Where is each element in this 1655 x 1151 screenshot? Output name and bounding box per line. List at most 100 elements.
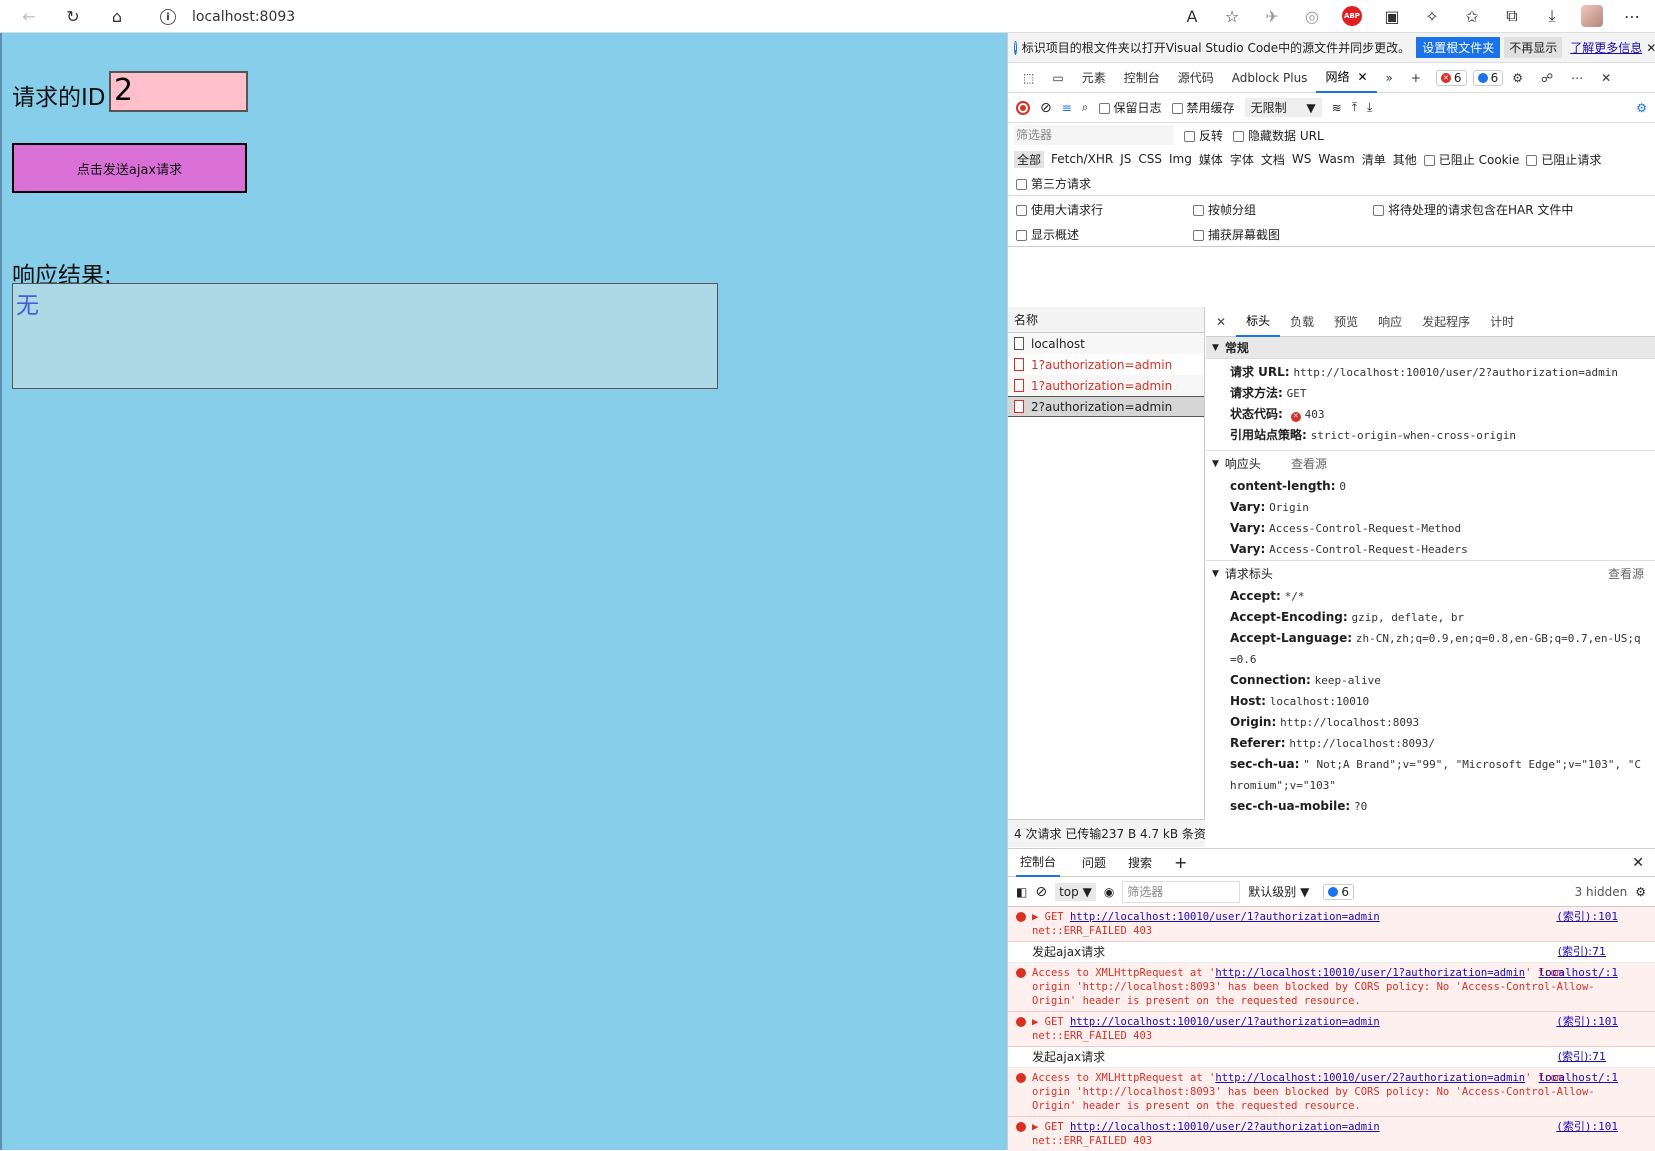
clear-icon[interactable]: ⊘ bbox=[1040, 100, 1052, 116]
collections-icon[interactable]: ▣ bbox=[1379, 3, 1405, 29]
hide-data-url-checkbox[interactable]: 隐藏数据 URL bbox=[1233, 127, 1324, 144]
feedback-icon[interactable]: ☍ bbox=[1532, 63, 1562, 93]
blocked-requests-checkbox[interactable]: 已阻止请求 bbox=[1526, 151, 1601, 168]
extension-icon[interactable]: ◎ bbox=[1299, 3, 1325, 29]
type-wasm[interactable]: Wasm bbox=[1318, 152, 1354, 166]
info-icon[interactable]: i bbox=[160, 9, 176, 25]
clear-icon[interactable]: ⊘ bbox=[1035, 884, 1047, 900]
gear-icon[interactable]: ⚙ bbox=[1503, 63, 1532, 93]
gear-icon[interactable]: ⚙ bbox=[1635, 885, 1646, 899]
source-link[interactable]: (索引):71 bbox=[1558, 945, 1606, 959]
throttle-select[interactable]: 无限制 ▼ bbox=[1244, 98, 1322, 117]
refresh-icon[interactable]: ↻ bbox=[60, 3, 86, 29]
request-row[interactable]: 1?authorization=admin bbox=[1008, 354, 1204, 375]
context-select[interactable]: top ▼ bbox=[1055, 882, 1096, 901]
tab-payload[interactable]: 负载 bbox=[1280, 307, 1324, 337]
console-filter-input[interactable]: 筛选器 bbox=[1122, 880, 1241, 903]
message-link[interactable]: http://localhost:10010/user/1?authorizat… bbox=[1070, 911, 1380, 923]
source-link[interactable]: (索引):101 bbox=[1556, 1015, 1618, 1029]
back-icon[interactable]: ← bbox=[16, 3, 42, 29]
console-message[interactable]: ▶ GET http://localhost:10010/user/1?auth… bbox=[1008, 907, 1655, 942]
overview-checkbox[interactable]: 显示概述 bbox=[1016, 226, 1079, 243]
tab-drawer-console[interactable]: 控制台 bbox=[1016, 849, 1061, 877]
send-ajax-button[interactable]: 点击发送ajax请求 bbox=[12, 143, 247, 193]
preserve-log-checkbox[interactable]: 保留日志 bbox=[1098, 99, 1162, 116]
home-icon[interactable]: ⌂ bbox=[104, 3, 130, 29]
tab-headers[interactable]: 标头 bbox=[1236, 307, 1281, 337]
device-icon[interactable]: ▭ bbox=[1043, 63, 1072, 93]
message-link[interactable]: http://localhost:10010/user/1?authorizat… bbox=[1215, 967, 1525, 979]
invert-checkbox[interactable]: 反转 bbox=[1184, 127, 1223, 144]
view-source-link[interactable]: 查看源 bbox=[1291, 455, 1327, 472]
downloads-icon[interactable]: ⤓ bbox=[1539, 3, 1565, 29]
abp-icon[interactable]: ABP bbox=[1339, 3, 1365, 29]
type-css[interactable]: CSS bbox=[1138, 152, 1162, 166]
screenshots-checkbox[interactable]: 捕获屏幕截图 bbox=[1193, 226, 1280, 243]
record-icon[interactable] bbox=[1016, 100, 1030, 115]
close-icon[interactable]: ✕ bbox=[1646, 41, 1655, 55]
inspect-icon[interactable]: ⬚ bbox=[1014, 63, 1043, 93]
console-message[interactable]: ▶ GET http://localhost:10010/user/2?auth… bbox=[1008, 1117, 1655, 1151]
extension-icon[interactable]: ✈ bbox=[1259, 3, 1285, 29]
wifi-icon[interactable]: ≋ bbox=[1332, 101, 1342, 115]
console-message[interactable]: Access to XMLHttpRequest at 'http://loca… bbox=[1008, 1068, 1655, 1117]
level-select[interactable]: 默认级别 ▼ bbox=[1248, 883, 1309, 900]
more-tabs-icon[interactable]: » bbox=[1377, 63, 1402, 93]
message-link[interactable]: http://localhost:10010/user/2?authorizat… bbox=[1070, 1121, 1380, 1133]
set-root-folder-button[interactable]: 设置根文件夹 bbox=[1416, 37, 1501, 58]
tab-preview[interactable]: 预览 bbox=[1324, 307, 1368, 337]
type-font[interactable]: 字体 bbox=[1230, 151, 1254, 168]
tab-console[interactable]: 控制台 bbox=[1115, 63, 1169, 93]
request-list-header[interactable]: 名称 bbox=[1008, 307, 1204, 333]
tab-issues[interactable]: 问题 bbox=[1082, 854, 1106, 871]
source-link[interactable]: localhost/:1 bbox=[1539, 966, 1618, 980]
search-icon[interactable]: ⌕ bbox=[1082, 100, 1089, 115]
filter-icon[interactable]: ≡ bbox=[1062, 101, 1072, 115]
type-manifest[interactable]: 清单 bbox=[1362, 151, 1386, 168]
disable-cache-checkbox[interactable]: 禁用缓存 bbox=[1171, 99, 1235, 116]
type-doc[interactable]: 文档 bbox=[1261, 151, 1285, 168]
tabs-icon[interactable]: ⧉ bbox=[1499, 3, 1525, 29]
learn-more-link[interactable]: 了解更多信息 bbox=[1570, 39, 1642, 56]
type-img[interactable]: Img bbox=[1169, 152, 1192, 166]
source-link[interactable]: localhost/:1 bbox=[1539, 1071, 1618, 1085]
message-badge[interactable]: 6 bbox=[1323, 883, 1355, 900]
third-party-checkbox[interactable]: 第三方请求 bbox=[1016, 175, 1091, 192]
type-all[interactable]: 全部 bbox=[1014, 150, 1045, 168]
gear-icon[interactable]: ⚙ bbox=[1636, 101, 1647, 115]
source-link[interactable]: (索引):101 bbox=[1556, 1120, 1618, 1134]
request-row[interactable]: 1?authorization=admin bbox=[1008, 375, 1204, 396]
close-icon[interactable]: ✕ bbox=[1592, 63, 1620, 93]
type-fetch[interactable]: Fetch/XHR bbox=[1051, 152, 1113, 166]
download-icon[interactable]: ⤓ bbox=[1367, 100, 1372, 115]
more-icon[interactable]: ⋯ bbox=[1562, 63, 1592, 93]
result-textarea[interactable]: 无 bbox=[12, 283, 718, 389]
read-aloud-icon[interactable]: A bbox=[1179, 3, 1205, 29]
eye-icon[interactable]: ◉ bbox=[1104, 885, 1114, 899]
profile-icon[interactable] bbox=[1579, 3, 1605, 29]
favorite-add-icon[interactable]: ☆ bbox=[1219, 3, 1245, 29]
message-link[interactable]: http://localhost:10010/user/1?authorizat… bbox=[1070, 1016, 1380, 1028]
type-media[interactable]: 媒体 bbox=[1199, 151, 1223, 168]
big-rows-checkbox[interactable]: 使用大请求行 bbox=[1016, 201, 1103, 218]
address-bar[interactable]: i localhost:8093 bbox=[160, 4, 295, 30]
message-badge[interactable]: 6 bbox=[1472, 69, 1504, 86]
add-tab-icon[interactable]: + bbox=[1174, 853, 1187, 872]
tab-search[interactable]: 搜索 bbox=[1128, 854, 1152, 871]
type-ws[interactable]: WS bbox=[1292, 152, 1311, 166]
request-headers-section[interactable]: ▼ 请求标头 查看源 bbox=[1206, 560, 1655, 586]
type-js[interactable]: JS bbox=[1120, 152, 1131, 166]
general-section[interactable]: ▼ 常规 bbox=[1206, 337, 1655, 359]
response-headers-section[interactable]: ▼ 响应头 查看源 bbox=[1206, 450, 1655, 476]
extensions-icon[interactable]: ✧ bbox=[1419, 3, 1445, 29]
close-icon[interactable]: ✕ bbox=[1357, 70, 1367, 84]
har-pending-checkbox[interactable]: 将待处理的请求包含在HAR 文件中 bbox=[1373, 201, 1573, 218]
filter-input[interactable]: 筛选器 bbox=[1014, 125, 1174, 145]
console-message[interactable]: ▶ GET http://localhost:10010/user/1?auth… bbox=[1008, 1012, 1655, 1047]
source-link[interactable]: (索引):101 bbox=[1556, 910, 1618, 924]
source-link[interactable]: (索引):71 bbox=[1558, 1050, 1606, 1064]
tab-elements[interactable]: 元素 bbox=[1073, 63, 1115, 93]
console-message[interactable]: 发起ajax请求 (索引):71 bbox=[1008, 942, 1655, 963]
message-link[interactable]: http://localhost:10010/user/2?authorizat… bbox=[1215, 1072, 1525, 1084]
tab-network[interactable]: 网络 ✕ bbox=[1316, 63, 1377, 93]
